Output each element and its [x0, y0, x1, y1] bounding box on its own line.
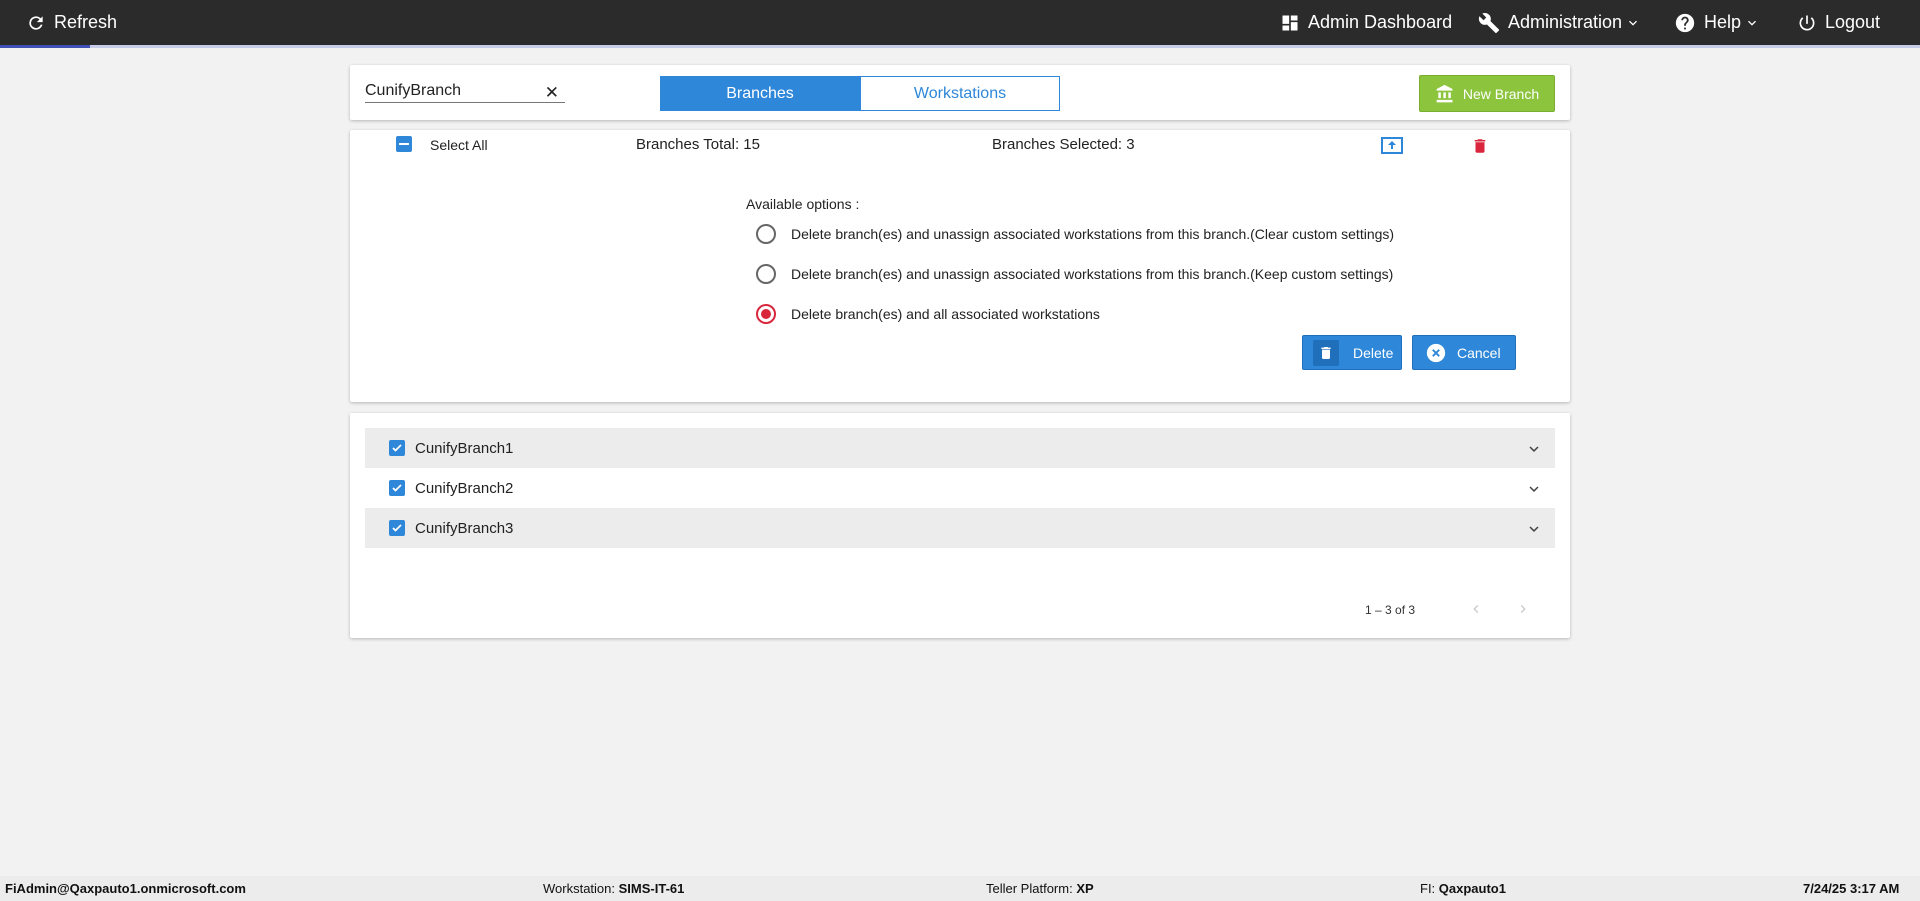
radio-button-selected[interactable]: [756, 304, 776, 324]
next-page-button[interactable]: [1513, 599, 1533, 619]
branch-list-card: CunifyBranch1 CunifyBranch2 CunifyBranch…: [350, 413, 1570, 638]
chevron-down-icon[interactable]: [1525, 480, 1543, 498]
new-branch-label: New Branch: [1462, 85, 1540, 102]
chevron-down-icon: [1748, 20, 1757, 26]
check-icon: [392, 484, 402, 492]
indeterminate-dash-icon: [399, 143, 409, 145]
check-icon: [392, 444, 402, 452]
admin-dashboard-label: Admin Dashboard: [1308, 12, 1453, 32]
search-input-value: CunifyBranch: [365, 82, 462, 99]
branch-name: CunifyBranch2: [415, 479, 514, 497]
footer-workstation: Workstation: SIMS-IT-61: [543, 881, 685, 896]
tab-workstations[interactable]: Workstations: [860, 76, 1060, 111]
delete-options-card: Select All Branches Total: 15 Branches S…: [350, 130, 1570, 402]
list-item[interactable]: CunifyBranch3: [365, 508, 1555, 548]
footer-user: FiAdmin@Qaxpauto1.onmicrosoft.com: [5, 881, 246, 896]
close-icon[interactable]: ✕: [545, 83, 559, 103]
administration-menu[interactable]: Administration: [1478, 0, 1641, 45]
dashboard-icon: [1282, 15, 1298, 30]
option-label: Delete branch(es) and unassign associate…: [791, 266, 1394, 282]
wrench-icon: [1478, 12, 1500, 33]
admin-dashboard-link[interactable]: Admin Dashboard: [1280, 0, 1452, 45]
list-item[interactable]: CunifyBranch1: [365, 428, 1555, 468]
chevron-right-icon: [1520, 605, 1526, 613]
radio-button[interactable]: [756, 264, 776, 284]
row-checkbox[interactable]: [389, 520, 405, 536]
delete-label: Delete: [1353, 344, 1394, 361]
chevron-down-icon: [1629, 20, 1638, 26]
option-label: Delete branch(es) and all associated wor…: [791, 306, 1100, 322]
new-branch-button[interactable]: New Branch: [1419, 75, 1555, 112]
pagination-range: 1 – 3 of 3: [1365, 603, 1416, 617]
branch-name: CunifyBranch3: [415, 519, 514, 537]
available-options-heading: Available options :: [746, 196, 860, 212]
footer-teller-platform: Teller Platform: XP: [986, 881, 1094, 896]
footer-datetime: 7/24/25 3:17 AM: [1803, 881, 1900, 896]
loading-progress-bar: [0, 45, 1920, 48]
loading-progress-fill: [0, 45, 91, 48]
option-delete-all-workstations[interactable]: Delete branch(es) and all associated wor…: [756, 304, 1100, 324]
branches-selected: Branches Selected: 3: [992, 136, 1135, 153]
cancel-label: Cancel: [1457, 344, 1501, 361]
trash-icon[interactable]: [1471, 135, 1489, 162]
search-input[interactable]: CunifyBranch ✕: [365, 81, 565, 103]
delete-button[interactable]: Delete: [1302, 335, 1402, 370]
cancel-circle-icon: [1425, 342, 1447, 364]
chevron-down-icon[interactable]: [1525, 520, 1543, 538]
administration-label: Administration: [1508, 12, 1623, 32]
select-all-label: Select All: [430, 137, 488, 153]
trash-icon: [1313, 339, 1339, 366]
help-label: Help: [1704, 12, 1742, 32]
cancel-button[interactable]: Cancel: [1412, 335, 1516, 370]
row-checkbox[interactable]: [389, 440, 405, 456]
upload-icon[interactable]: [1380, 134, 1404, 161]
previous-page-button[interactable]: [1466, 599, 1486, 619]
list-item[interactable]: CunifyBranch2: [365, 468, 1555, 508]
chevron-down-icon[interactable]: [1525, 440, 1543, 458]
check-icon: [392, 524, 402, 532]
power-icon: [1799, 15, 1815, 31]
help-menu[interactable]: Help: [1674, 0, 1760, 45]
option-keep-custom-settings[interactable]: Delete branch(es) and unassign associate…: [756, 264, 1393, 284]
logout-label: Logout: [1825, 12, 1881, 32]
tab-branches[interactable]: Branches: [660, 76, 860, 111]
branches-total: Branches Total: 15: [636, 136, 760, 153]
row-checkbox[interactable]: [389, 480, 405, 496]
refresh-icon: [29, 15, 43, 30]
chevron-left-icon: [1473, 605, 1479, 613]
option-clear-custom-settings[interactable]: Delete branch(es) and unassign associate…: [756, 224, 1394, 244]
refresh-button[interactable]: Refresh: [26, 0, 117, 45]
search-toolbar-card: CunifyBranch ✕ Branches Workstations New…: [350, 65, 1570, 120]
top-navigation-bar: Refresh Admin Dashboard Administration H…: [0, 0, 1920, 48]
select-all-checkbox[interactable]: [396, 136, 412, 152]
help-icon: [1675, 13, 1695, 32]
logout-button[interactable]: Logout: [1797, 0, 1880, 45]
option-label: Delete branch(es) and unassign associate…: [791, 226, 1395, 242]
footer-fi: FI: Qaxpauto1: [1420, 881, 1506, 896]
branch-name: CunifyBranch1: [415, 439, 514, 457]
bank-icon: [1436, 84, 1453, 102]
status-footer: FiAdmin@Qaxpauto1.onmicrosoft.com Workst…: [0, 876, 1920, 901]
refresh-label: Refresh: [54, 12, 118, 32]
radio-button[interactable]: [756, 224, 776, 244]
